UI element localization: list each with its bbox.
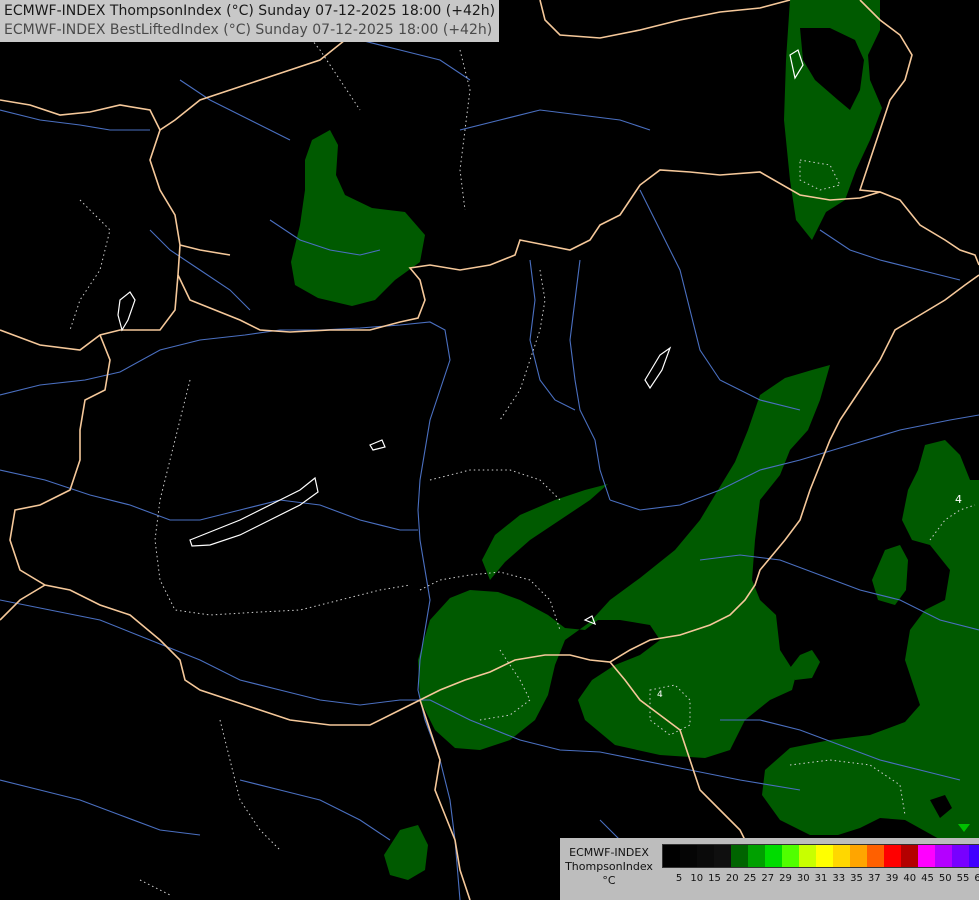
legend-swatch bbox=[918, 845, 935, 867]
color-legend: ECMWF-INDEX ThompsonIndex °C 5 10 15 20 25 27… bbox=[560, 838, 979, 900]
legend-swatch bbox=[884, 845, 901, 867]
legend-swatch bbox=[952, 845, 969, 867]
legend-swatch bbox=[731, 845, 748, 867]
legend-tick-label: 30 bbox=[796, 873, 810, 884]
legend-tick-label: 45 bbox=[921, 873, 934, 884]
legend-swatch bbox=[782, 845, 799, 867]
legend-swatch bbox=[748, 845, 765, 867]
map-title-lifted: ECMWF-INDEX BestLiftedIndex (°C) Sunday … bbox=[4, 22, 493, 38]
legend-swatch bbox=[816, 845, 833, 867]
legend-tick-label: 40 bbox=[903, 873, 917, 884]
legend-tick-label: 27 bbox=[761, 873, 775, 884]
legend-tick-label: 60 bbox=[974, 873, 979, 884]
map-title-box: ECMWF-INDEX ThompsonIndex (°C) Sunday 07… bbox=[0, 0, 500, 42]
legend-tick-label: 29 bbox=[779, 873, 792, 884]
legend-tick-label: 50 bbox=[938, 873, 952, 884]
legend-swatch bbox=[799, 845, 816, 867]
legend-tick-label: 10 bbox=[690, 873, 704, 884]
contour-label: 4 bbox=[657, 690, 663, 700]
legend-swatch bbox=[714, 845, 731, 867]
legend-tick-label: 39 bbox=[885, 873, 899, 884]
legend-swatch bbox=[833, 845, 850, 867]
contour-label: 4 bbox=[955, 493, 962, 506]
legend-tick-label: 5 bbox=[675, 873, 683, 884]
weather-map: 4 4 bbox=[0, 0, 979, 900]
legend-swatch bbox=[969, 845, 979, 867]
legend-swatch bbox=[663, 845, 680, 867]
legend-label: ECMWF-INDEX ThompsonIndex °C bbox=[560, 846, 658, 888]
legend-swatch bbox=[867, 845, 884, 867]
legend-swatch bbox=[765, 845, 782, 867]
legend-swatch bbox=[697, 845, 714, 867]
map-title-thompson: ECMWF-INDEX ThompsonIndex (°C) Sunday 07… bbox=[4, 3, 496, 19]
legend-unit: °C bbox=[602, 874, 616, 887]
legend-swatch bbox=[680, 845, 697, 867]
legend-swatch bbox=[935, 845, 952, 867]
legend-parameter: ThompsonIndex bbox=[565, 860, 653, 873]
legend-tick-label: 35 bbox=[850, 873, 863, 884]
legend-tick-label: 31 bbox=[814, 873, 828, 884]
legend-tick-label: 15 bbox=[708, 873, 721, 884]
legend-model: ECMWF-INDEX bbox=[569, 846, 649, 859]
legend-swatch bbox=[850, 845, 867, 867]
legend-tick-label: 55 bbox=[956, 873, 970, 884]
legend-tick-label: 20 bbox=[725, 873, 739, 884]
legend-swatch bbox=[901, 845, 918, 867]
legend-swatches bbox=[662, 844, 979, 868]
legend-tick-label: 33 bbox=[832, 873, 846, 884]
legend-tick-label: 25 bbox=[743, 873, 757, 884]
legend-tick-label: 37 bbox=[867, 873, 881, 884]
